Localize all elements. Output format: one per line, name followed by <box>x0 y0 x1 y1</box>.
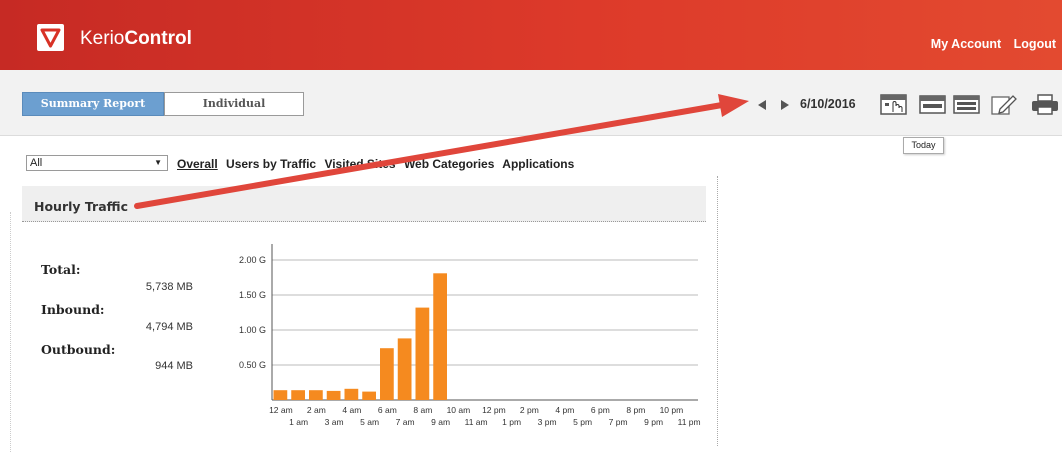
bar <box>433 273 447 400</box>
y-tick-label: 1.50 G <box>239 290 266 300</box>
x-tick-label: 2 am <box>307 405 326 415</box>
bar <box>273 390 288 400</box>
x-tick-label: 1 pm <box>502 417 521 427</box>
x-tick-label: 10 pm <box>660 405 684 415</box>
bar <box>309 390 323 400</box>
x-tick-label: 3 pm <box>538 417 557 427</box>
bar <box>344 388 359 400</box>
hourly-traffic-chart: 0.50 G 1.00 G 1.50 G 2.00 G 12 am 1 am 2 am 3 a… <box>239 244 701 427</box>
x-tick-label: 1 am <box>289 417 308 427</box>
x-tick-label: 4 pm <box>555 405 574 415</box>
x-tick-label: 9 pm <box>644 417 663 427</box>
x-tick-label: 7 pm <box>609 417 628 427</box>
y-tick-label: 2.00 G <box>239 255 266 265</box>
y-tick-label: 1.00 G <box>239 325 266 335</box>
x-tick-label: 3 am <box>325 417 344 427</box>
x-tick-label: 4 am <box>342 405 361 415</box>
x-tick-label: 6 am <box>378 405 397 415</box>
x-tick-label: 6 pm <box>591 405 610 415</box>
x-tick-label: 12 am <box>269 405 293 415</box>
x-tick-label: 12 pm <box>482 405 506 415</box>
x-tick-label: 5 pm <box>573 417 592 427</box>
x-tick-label: 9 am <box>431 417 450 427</box>
x-tick-label: 8 pm <box>626 405 645 415</box>
x-tick-label: 11 pm <box>678 417 701 427</box>
bar <box>380 348 394 400</box>
y-tick-label: 0.50 G <box>239 360 266 370</box>
bar <box>397 338 412 400</box>
x-tick-label: 2 pm <box>520 405 539 415</box>
bar <box>291 390 305 400</box>
bar <box>326 390 341 400</box>
bar <box>362 391 376 400</box>
x-tick-label: 10 am <box>447 405 471 415</box>
x-tick-label: 7 am <box>396 417 415 427</box>
x-tick-label: 8 am <box>413 405 432 415</box>
x-tick-label: 11 am <box>465 417 488 427</box>
x-tick-label: 5 am <box>360 417 379 427</box>
bar <box>415 307 430 400</box>
